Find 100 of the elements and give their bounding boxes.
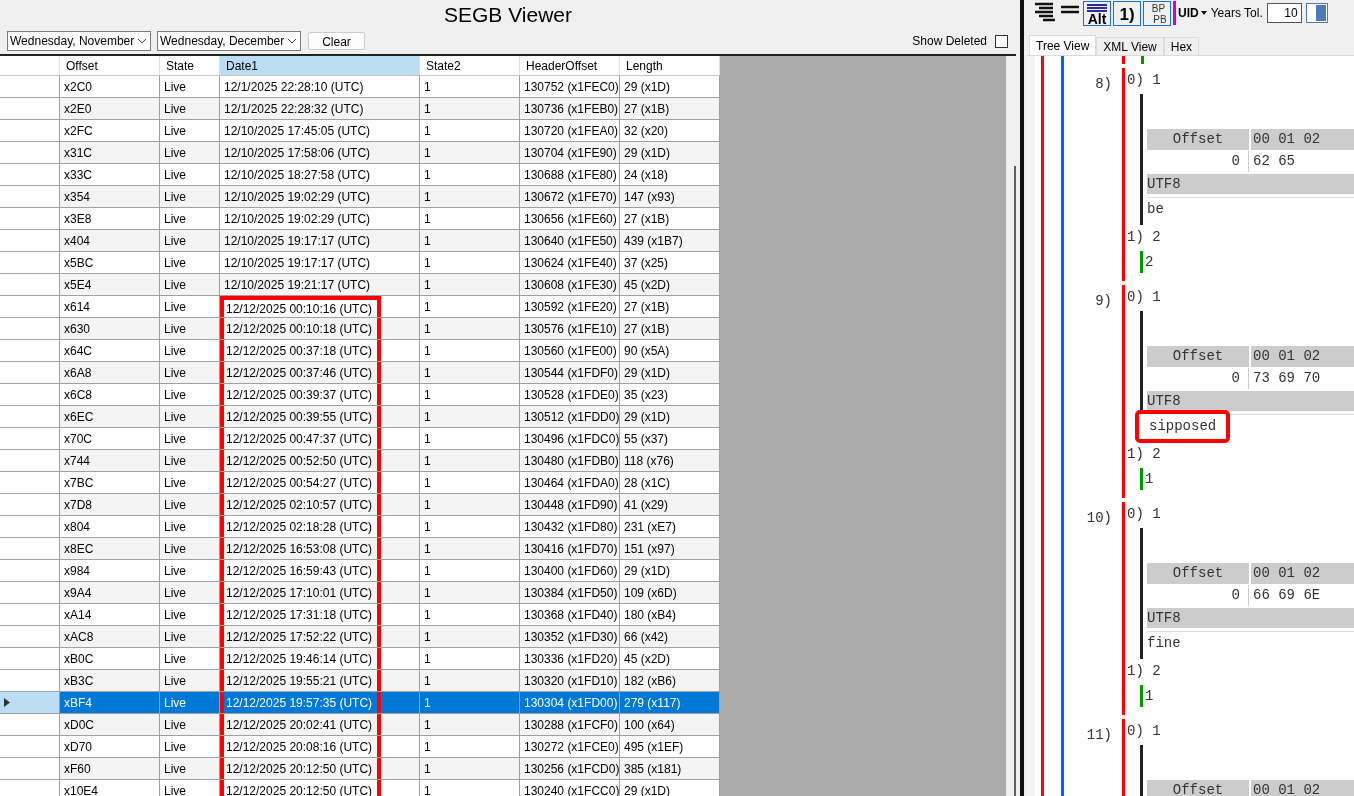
table-cell: 1 [420, 538, 520, 559]
table-cell: Live [160, 582, 220, 603]
table-cell: xAC8 [60, 626, 160, 647]
table-cell: 29 (x1D) [620, 406, 720, 427]
date-picker[interactable]: Wednesday, November [7, 31, 151, 51]
clear-button[interactable]: Clear [308, 32, 365, 50]
table-cell: 1 [420, 142, 520, 163]
table-cell: 12/12/2025 00:52:50 (UTC) [220, 450, 420, 471]
table-cell: 45 (x2D) [620, 274, 720, 295]
table-cell: 12/12/2025 00:10:18 (UTC) [220, 318, 420, 339]
table-cell: 130672 (x1FE70) [520, 186, 620, 207]
table-cell: 1 [420, 318, 520, 339]
hex-offset: 0 [1147, 150, 1249, 172]
table-cell: 12/10/2025 17:58:06 (UTC) [220, 142, 420, 163]
field-index: 1) 2 [1127, 662, 1162, 681]
table-cell: 12/10/2025 19:02:29 (UTC) [220, 186, 420, 207]
table-cell: Live [160, 714, 220, 735]
table-cell: 1 [420, 692, 520, 713]
table-cell: 151 (x97) [620, 538, 720, 559]
table-cell: 41 (x29) [620, 494, 720, 515]
hex-offset: 0 [1147, 367, 1249, 389]
table-cell: 12/1/2025 22:28:32 (UTC) [220, 98, 420, 119]
field-value: 1 [1145, 471, 1154, 487]
table-cell: 1 [420, 450, 520, 471]
table-cell: 118 (x76) [620, 450, 720, 471]
table-cell: 27 (x1B) [620, 318, 720, 339]
encoding-label: UTF8 [1147, 391, 1354, 414]
decoded-text: sipposed [1135, 410, 1231, 443]
table-cell: 12/10/2025 19:17:17 (UTC) [220, 230, 420, 251]
table-cell: Live [160, 494, 220, 515]
hex-bytes: 62 65 [1252, 151, 1295, 171]
caret-icon [1200, 11, 1207, 15]
table-cell: 1 [420, 494, 520, 515]
hex-header-cell: Offset [1147, 780, 1249, 796]
table-cell: 1 [420, 362, 520, 383]
table-cell: 12/12/2025 19:55:21 (UTC) [220, 670, 420, 691]
table-cell: 12/12/2025 20:08:16 (UTC) [220, 736, 420, 757]
entry-index: 10) [1085, 509, 1113, 528]
column-header[interactable]: Date1 [220, 56, 420, 75]
toggle-icon[interactable] [1305, 3, 1328, 23]
table-cell: Live [160, 626, 220, 647]
table-cell: 12/12/2025 02:18:28 (UTC) [220, 516, 420, 537]
table-cell: 12/12/2025 02:10:57 (UTC) [220, 494, 420, 515]
decoded-text: fine [1147, 634, 1181, 653]
table-cell: 1 [420, 230, 520, 251]
row-header[interactable] [0, 692, 60, 713]
table-cell: x630 [60, 318, 160, 339]
hex-header-cell: 00 01 02 [1251, 346, 1354, 367]
table-cell: 147 (x93) [620, 186, 720, 207]
table-cell: xBF4 [60, 692, 160, 713]
table-cell: xB3C [60, 670, 160, 691]
table-cell: 130256 (x1FCD0) [520, 758, 620, 779]
table-cell: 279 (x117) [620, 692, 720, 713]
table-cell: Live [160, 98, 220, 119]
decoded-text: be [1147, 200, 1164, 219]
tab[interactable]: XML View [1096, 37, 1164, 55]
table-cell: 12/12/2025 00:39:55 (UTC) [220, 406, 420, 427]
current-row-icon [4, 698, 10, 707]
tab[interactable]: Hex [1163, 37, 1200, 55]
alt-button[interactable]: Alt [1083, 0, 1111, 26]
hex-header-cell: 00 01 02 [1251, 129, 1354, 150]
table-cell: 12/12/2025 17:52:22 (UTC) [220, 626, 420, 647]
table-cell: x31C [60, 142, 160, 163]
table-cell: x744 [60, 450, 160, 471]
bp-button[interactable]: BP PB [1143, 0, 1171, 26]
table-cell: x2E0 [60, 98, 160, 119]
table-cell: 130640 (x1FE50) [520, 230, 620, 251]
tab[interactable]: Tree View [1029, 35, 1097, 55]
table-cell: 130320 (x1FD10) [520, 670, 620, 691]
table-cell: 130352 (x1FD30) [520, 626, 620, 647]
table-cell: 130480 (x1FDB0) [520, 450, 620, 471]
table-cell: 385 (x181) [620, 758, 720, 779]
years-tolerance-field[interactable]: 10 [1266, 3, 1302, 23]
table-cell: 1 [420, 626, 520, 647]
table-cell: 12/12/2025 00:37:18 (UTC) [220, 340, 420, 361]
table-cell: 130608 (x1FE30) [520, 274, 620, 295]
table-cell: 12/12/2025 19:46:14 (UTC) [220, 648, 420, 669]
table-cell: Live [160, 692, 220, 713]
table-cell: x6A8 [60, 362, 160, 383]
paren-button[interactable]: 1) [1113, 0, 1141, 26]
table-cell: 130736 (x1FEB0) [520, 98, 620, 119]
encoding-label: UTF8 [1147, 174, 1354, 197]
table-cell: 1 [420, 714, 520, 735]
hex-header-cell: 00 01 02 [1251, 563, 1354, 584]
table-cell: xD0C [60, 714, 160, 735]
uid-dropdown[interactable]: UID [1178, 4, 1207, 22]
window-title: SEGB Viewer [444, 2, 572, 29]
table-cell: 12/12/2025 00:37:46 (UTC) [220, 362, 420, 383]
table-cell: 12/10/2025 19:21:17 (UTC) [220, 274, 420, 295]
hex-offset: 0 [1147, 584, 1249, 606]
table-cell: 100 (x64) [620, 714, 720, 735]
table-cell: x7D8 [60, 494, 160, 515]
table-cell: 439 (x1B7) [620, 230, 720, 251]
indent-list-icon[interactable] [1033, 2, 1057, 24]
table-cell: x404 [60, 230, 160, 251]
table-cell: 1 [420, 186, 520, 207]
show-deleted-checkbox[interactable] [995, 34, 1008, 48]
table-cell: 27 (x1B) [620, 98, 720, 119]
date-picker[interactable]: Wednesday, December [157, 31, 301, 51]
table-cell: 1 [420, 670, 520, 691]
